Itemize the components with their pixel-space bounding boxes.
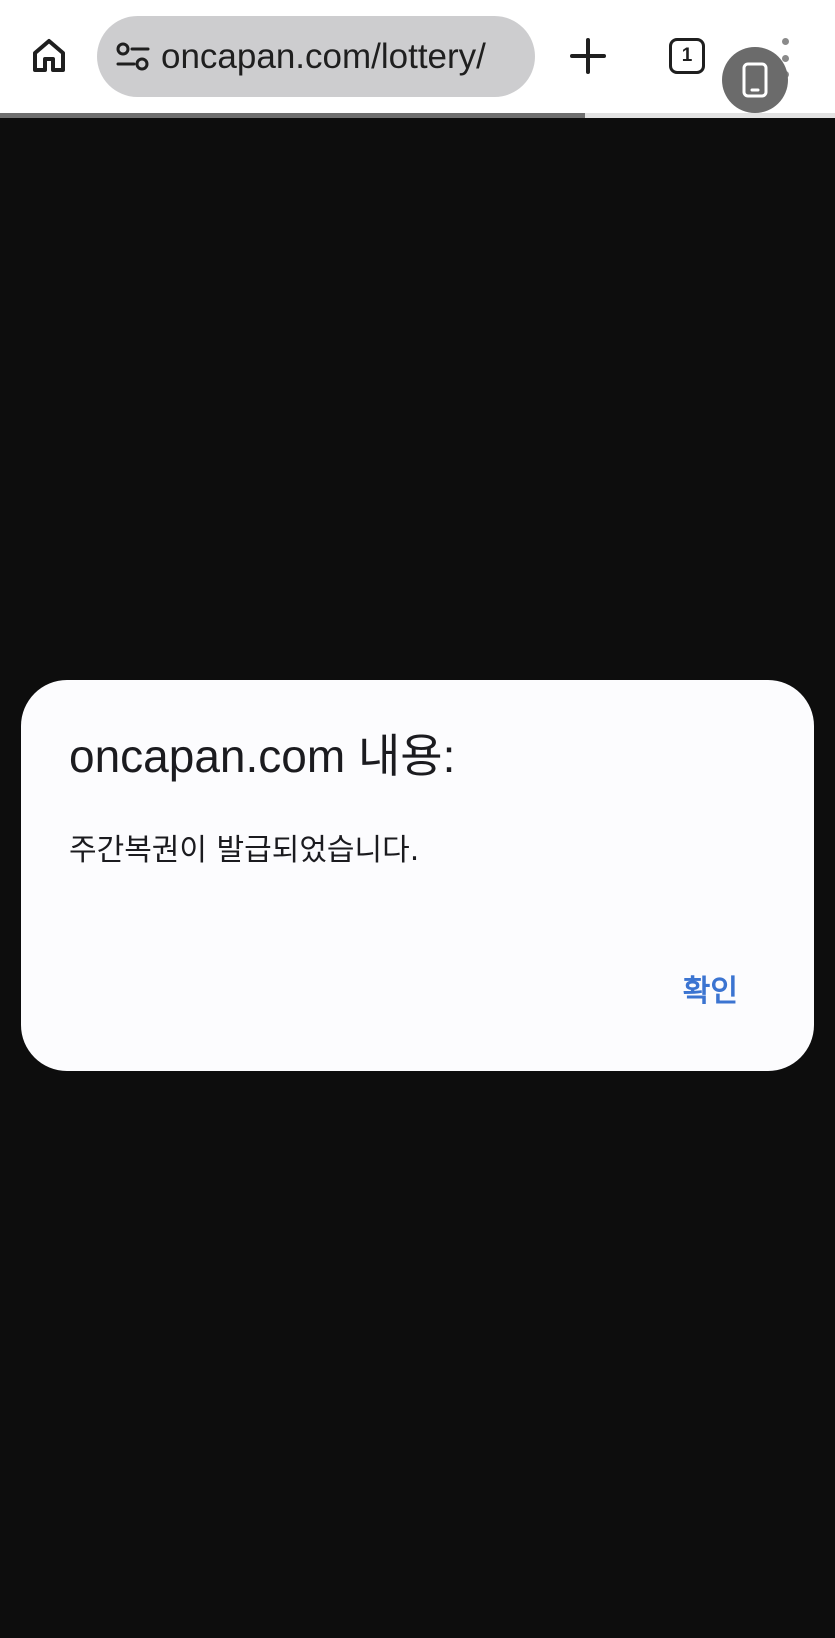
url-text[interactable]: oncapan.com/lottery/ bbox=[161, 37, 486, 77]
address-bar[interactable]: oncapan.com/lottery/ bbox=[97, 16, 535, 97]
page-load-progress-bar bbox=[0, 113, 835, 118]
phone-icon bbox=[742, 62, 768, 98]
tab-switcher-button[interactable]: 1 bbox=[669, 38, 705, 74]
plus-icon bbox=[570, 38, 606, 74]
floating-bubble-button[interactable] bbox=[722, 47, 788, 113]
page-load-progress-fill bbox=[0, 113, 585, 118]
tune-icon[interactable] bbox=[113, 37, 153, 77]
alert-dialog: oncapan.com 내용: 주간복권이 발급되었습니다. 확인 bbox=[21, 680, 814, 1071]
tab-count: 1 bbox=[681, 45, 693, 66]
home-icon bbox=[33, 39, 65, 72]
dialog-title: oncapan.com 내용: bbox=[69, 730, 456, 782]
confirm-button[interactable]: 확인 bbox=[683, 966, 738, 1010]
dialog-message: 주간복권이 발급되었습니다. bbox=[69, 833, 420, 868]
new-tab-button[interactable] bbox=[564, 32, 612, 80]
browser-toolbar: oncapan.com/lottery/ 1 bbox=[0, 0, 835, 113]
home-button[interactable] bbox=[24, 30, 74, 80]
